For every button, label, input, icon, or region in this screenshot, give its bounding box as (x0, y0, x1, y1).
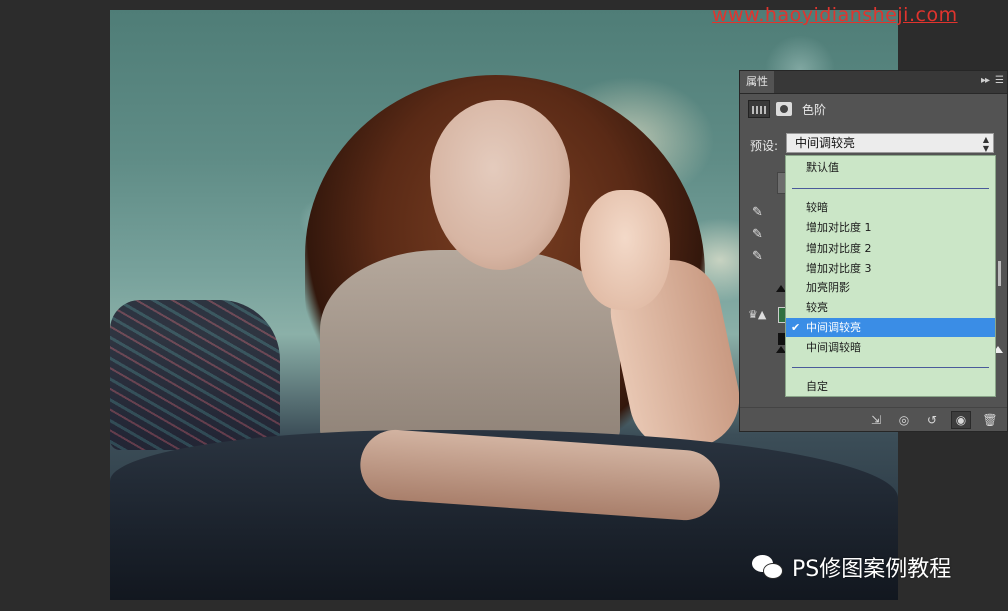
wechat-icon (752, 553, 784, 581)
visibility-icon[interactable]: ◉ (951, 410, 971, 429)
view-previous-icon[interactable]: ◎ (895, 412, 913, 428)
dropdown-option[interactable]: 增加对比度 3 (786, 259, 995, 278)
watermark-brand: PS修图案例教程 (792, 557, 952, 582)
dropdown-option[interactable]: 增加对比度 2 (786, 239, 995, 258)
mask-icon[interactable] (776, 102, 792, 116)
preset-label: 预设: (750, 139, 779, 153)
photo-shirt (320, 250, 620, 450)
trash-icon[interactable]: 🗑 (981, 412, 999, 428)
black-eyedropper-icon[interactable]: ✎ (752, 205, 768, 221)
checkmark-icon: ✔ (791, 321, 801, 334)
gray-eyedropper-icon[interactable]: ✎ (752, 227, 768, 243)
white-eyedropper-icon[interactable]: ✎ (752, 249, 768, 265)
photo-blanket (110, 300, 280, 450)
properties-panel: 属性 ▸▸ ☰ 色阶 预设: 中间调较亮 ▲ ▼ ✎ ✎ ✎ ♛▲ 默认值 较暗 … (739, 70, 1008, 432)
preset-dropdown-list[interactable]: 默认值 较暗 增加对比度 1 增加对比度 2 增加对比度 3 加亮阴影 较亮 ✔… (785, 155, 996, 397)
dropdown-option[interactable]: 中间调较暗 (786, 338, 995, 357)
preset-select[interactable]: 中间调较亮 ▲ ▼ (786, 133, 994, 153)
dropdown-option[interactable]: 增加对比度 1 (786, 218, 995, 237)
adjustment-header: 色阶 (748, 98, 826, 120)
reset-icon[interactable]: ↺ (923, 412, 941, 428)
dropdown-option-selected[interactable]: ✔ 中间调较亮 (786, 318, 995, 337)
tab-properties[interactable]: 属性 (740, 71, 774, 93)
clip-to-layer-icon[interactable]: ⇲ (867, 412, 885, 428)
dropdown-option[interactable]: 较暗 (786, 198, 995, 217)
photo-hand (580, 190, 670, 310)
dropdown-option[interactable]: 加亮阴影 (786, 278, 995, 297)
panel-menu-icon[interactable]: ☰ (995, 75, 1004, 86)
histogram-edge (998, 261, 1001, 286)
collapse-icon[interactable]: ▸▸ (981, 75, 990, 86)
dropdown-option[interactable]: 自定 (786, 377, 995, 396)
dropdown-separator (792, 367, 989, 368)
panel-bottom-toolbar: ⇲ ◎ ↺ ◉ 🗑 (740, 407, 1007, 431)
panel-menu-buttons: ▸▸ ☰ (981, 75, 1004, 86)
dropdown-option[interactable]: 默认值 (786, 158, 995, 177)
select-arrows-icon: ▲ ▼ (982, 135, 989, 153)
wechat-watermark: PS修图案例教程 (752, 549, 951, 585)
preset-value: 中间调较亮 (795, 136, 856, 150)
clipping-warning-icon[interactable]: ♛▲ (748, 308, 766, 321)
watermark-url: www.haoyidiansheji.com (712, 4, 958, 26)
dropdown-separator (792, 188, 989, 189)
panel-tabbar: 属性 ▸▸ ☰ (740, 71, 1007, 94)
levels-icon[interactable] (748, 100, 770, 118)
dropdown-option[interactable]: 较亮 (786, 298, 995, 317)
adjustment-title: 色阶 (802, 102, 827, 117)
